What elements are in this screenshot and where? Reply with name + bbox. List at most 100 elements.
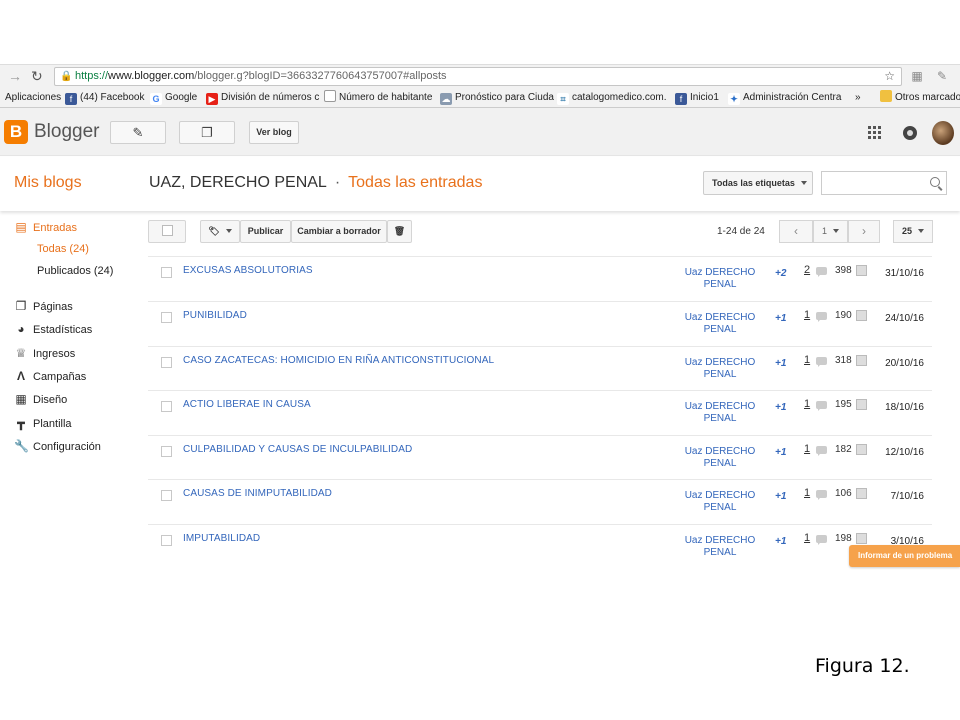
select-all-checkbox[interactable] <box>148 220 186 243</box>
bookmark-star-icon[interactable]: ☆ <box>884 68 895 85</box>
post-label-link[interactable]: Uaz DERECHO PENAL <box>678 490 762 514</box>
bookmark-facebook[interactable]: f (44) Facebook <box>65 88 144 107</box>
label-menu-button[interactable]: 🏷 <box>200 220 240 243</box>
bookmark-administracion[interactable]: ✦ Administración Centra <box>728 88 841 107</box>
reload-icon[interactable]: ↻ <box>31 68 43 85</box>
avatar[interactable] <box>932 121 954 145</box>
row-checkbox[interactable] <box>161 446 172 457</box>
post-title-link[interactable]: PUNIBILIDAD <box>183 310 247 321</box>
post-label-link[interactable]: Uaz DERECHO PENAL <box>678 357 762 381</box>
sidebar-item-pages[interactable]: ❐ Páginas <box>14 299 73 313</box>
search-input[interactable] <box>821 171 947 195</box>
post-label-link[interactable]: Uaz DERECHO PENAL <box>678 446 762 470</box>
bookmark-inicio[interactable]: f Inicio1 <box>675 88 719 107</box>
trash-icon: 🗑 <box>393 226 406 236</box>
plus-count[interactable]: +1 <box>775 491 786 502</box>
post-title-link[interactable]: CASO ZACATECAS: HOMICIDIO EN RIÑA ANTICO… <box>183 355 494 366</box>
sidebar-sub-published[interactable]: Publicados (24) <box>37 265 113 277</box>
post-title-link[interactable]: IMPUTABILIDAD <box>183 533 260 544</box>
sidebar-item-layout[interactable]: ▦ Diseño <box>14 392 67 406</box>
stats-chart-icon[interactable] <box>856 444 867 455</box>
url-host: www.blogger.com <box>108 70 195 82</box>
blogger-brand[interactable]: Blogger <box>34 121 100 143</box>
stats-chart-icon[interactable] <box>856 355 867 366</box>
bookmark-apps[interactable]: Aplicaciones <box>5 88 61 107</box>
page-select[interactable]: 1 <box>813 220 848 243</box>
publish-button[interactable]: Publicar <box>240 220 291 243</box>
new-post-button[interactable]: ✎ <box>110 121 166 144</box>
bookmark-numero[interactable]: Número de habitante <box>324 88 432 107</box>
post-label-link[interactable]: Uaz DERECHO PENAL <box>678 535 762 559</box>
post-title-link[interactable]: CULPABILIDAD Y CAUSAS DE INCULPABILIDAD <box>183 444 412 455</box>
stats-chart-icon[interactable] <box>856 265 867 276</box>
facebook-icon: f <box>65 93 77 105</box>
extension-icon[interactable]: ✎ <box>935 69 949 83</box>
forward-icon[interactable]: → <box>8 68 22 84</box>
row-checkbox[interactable] <box>161 312 172 323</box>
my-blogs-link[interactable]: Mis blogs <box>14 174 82 192</box>
comments-count[interactable]: 1 <box>804 443 810 455</box>
comments-count[interactable]: 2 <box>804 264 810 276</box>
stats-chart-icon[interactable] <box>856 533 867 544</box>
comments-count[interactable]: 1 <box>804 309 810 321</box>
notifications-icon[interactable] <box>903 126 917 140</box>
bookmark-otros[interactable]: Otros marcado <box>880 88 960 107</box>
sidebar-item-label: Configuración <box>33 441 101 453</box>
post-title-link[interactable]: CAUSAS DE INIMPUTABILIDAD <box>183 488 332 499</box>
plus-count[interactable]: +2 <box>775 268 786 279</box>
plus-count[interactable]: +1 <box>775 402 786 413</box>
prev-page-button[interactable]: ‹ <box>779 220 813 243</box>
plus-count[interactable]: +1 <box>775 313 786 324</box>
labels-filter-dropdown[interactable]: Todas las etiquetas <box>703 171 813 195</box>
apps-grid-icon[interactable] <box>868 126 882 140</box>
row-checkbox[interactable] <box>161 357 172 368</box>
google-icon: G <box>150 93 162 105</box>
sidebar-item-campaigns[interactable]: Λ Campañas <box>14 369 86 383</box>
sidebar-item-earnings[interactable]: ♕ Ingresos <box>14 346 76 360</box>
blog-name[interactable]: UAZ, DERECHO PENAL <box>149 174 327 191</box>
plus-count[interactable]: +1 <box>775 358 786 369</box>
post-label-link[interactable]: Uaz DERECHO PENAL <box>678 312 762 336</box>
comments-count[interactable]: 1 <box>804 354 810 366</box>
bookmark-pronostico[interactable]: ☁ Pronóstico para Ciuda <box>440 88 554 107</box>
blogger-logo-icon[interactable]: B <box>4 120 28 144</box>
post-label-link[interactable]: Uaz DERECHO PENAL <box>678 267 762 291</box>
comments-count[interactable]: 1 <box>804 398 810 410</box>
row-checkbox[interactable] <box>161 535 172 546</box>
extension-icon[interactable]: ▦ <box>910 69 924 83</box>
view-blog-button[interactable]: Ver blog <box>249 121 299 144</box>
delete-button[interactable]: 🗑 <box>387 220 412 243</box>
comments-count[interactable]: 1 <box>804 487 810 499</box>
bookmark-google[interactable]: G Google <box>150 88 197 107</box>
per-page-select[interactable]: 25 <box>893 220 933 243</box>
comments-count[interactable]: 1 <box>804 532 810 544</box>
sidebar-item-template[interactable]: ┳ Plantilla <box>14 416 71 430</box>
stats-chart-icon[interactable] <box>856 488 867 499</box>
post-label-link[interactable]: Uaz DERECHO PENAL <box>678 401 762 425</box>
sidebar-sub-all[interactable]: Todas (24) <box>37 243 89 255</box>
plus-count[interactable]: +1 <box>775 447 786 458</box>
sidebar-item-settings[interactable]: 🔧 Configuración <box>14 439 101 453</box>
stats-chart-icon[interactable] <box>856 310 867 321</box>
posts-list-button[interactable]: ❐ <box>179 121 235 144</box>
next-page-button[interactable]: › <box>848 220 880 243</box>
bookmark-catalogo[interactable]: ⌗ catalogomedico.com. <box>557 88 667 107</box>
plus-count[interactable]: +1 <box>775 536 786 547</box>
bookmarks-bar: Aplicaciones f (44) Facebook G Google ▶ Div… <box>0 88 960 108</box>
revert-to-draft-button[interactable]: Cambiar a borrador <box>291 220 387 243</box>
sidebar-item-stats[interactable]: ◕ Estadísticas <box>14 322 92 336</box>
sidebar-item-entries[interactable]: ▤ Entradas <box>14 220 77 234</box>
comment-bubble-icon <box>816 490 827 500</box>
post-date: 24/10/16 <box>885 313 924 324</box>
row-checkbox[interactable] <box>161 490 172 501</box>
bookmark-division[interactable]: ▶ División de números c <box>206 88 319 107</box>
row-checkbox[interactable] <box>161 267 172 278</box>
post-title-link[interactable]: EXCUSAS ABSOLUTORIAS <box>183 265 313 276</box>
row-checkbox[interactable] <box>161 401 172 412</box>
post-title-link[interactable]: ACTIO LIBERAE IN CAUSA <box>183 399 311 410</box>
bookmarks-overflow[interactable]: » <box>855 88 861 107</box>
stats-chart-icon[interactable] <box>856 399 867 410</box>
report-problem-button[interactable]: Informar de un problema <box>849 545 960 567</box>
url-field[interactable]: 🔒 https://www.blogger.com/blogger.g?blogI… <box>54 67 902 86</box>
search-icon[interactable] <box>930 177 940 187</box>
